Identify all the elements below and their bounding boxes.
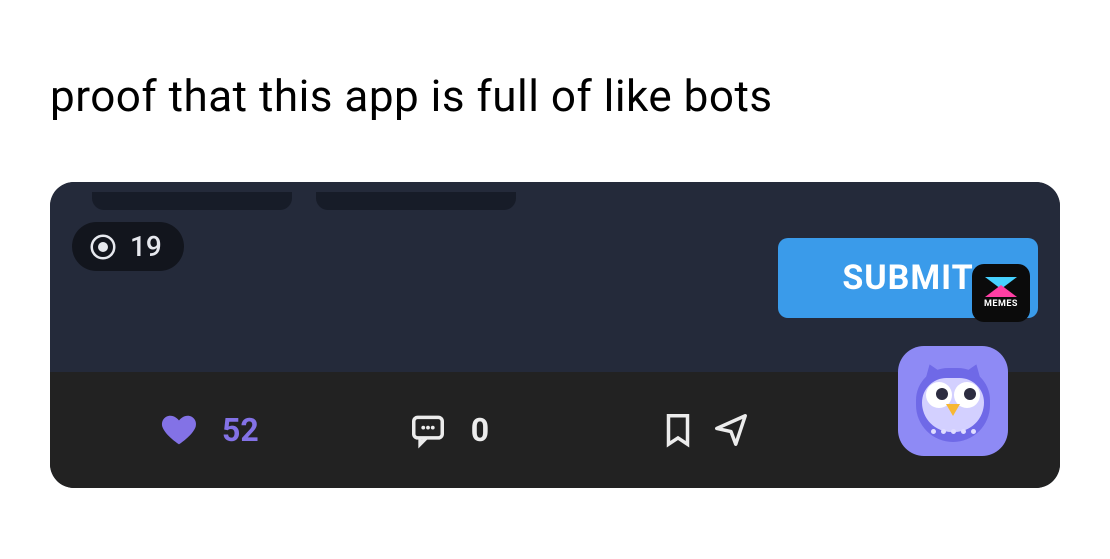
bookmark-button[interactable]	[659, 411, 697, 449]
share-icon	[712, 411, 750, 449]
memes-badge-label: MEMES	[984, 299, 1018, 309]
owl-icon	[908, 356, 998, 446]
cropped-pills	[68, 192, 1042, 210]
views-count: 19	[130, 230, 162, 263]
comment-button[interactable]: 0	[409, 411, 489, 449]
badge-triangle-bottom	[985, 285, 1017, 297]
eye-icon	[88, 232, 118, 262]
post-caption: proof that this app is full of like bots	[0, 0, 1110, 162]
embedded-top-area: 19 SUBMIT MEMES	[50, 182, 1060, 372]
views-pill: 19	[72, 222, 184, 271]
like-button[interactable]: 52	[160, 411, 259, 449]
heart-icon	[160, 411, 198, 449]
comment-icon	[409, 411, 447, 449]
embedded-screenshot: 19 SUBMIT MEMES 52	[50, 182, 1060, 488]
share-button[interactable]	[712, 411, 750, 449]
owl-sticker-badge[interactable]	[898, 346, 1008, 456]
bookmark-icon	[659, 411, 697, 449]
cropped-pill	[92, 192, 292, 210]
like-count: 52	[222, 411, 259, 449]
memes-app-badge[interactable]: MEMES	[972, 264, 1030, 322]
comment-count: 0	[471, 411, 489, 449]
cropped-pill	[316, 192, 516, 210]
submit-label: SUBMIT	[842, 258, 973, 298]
